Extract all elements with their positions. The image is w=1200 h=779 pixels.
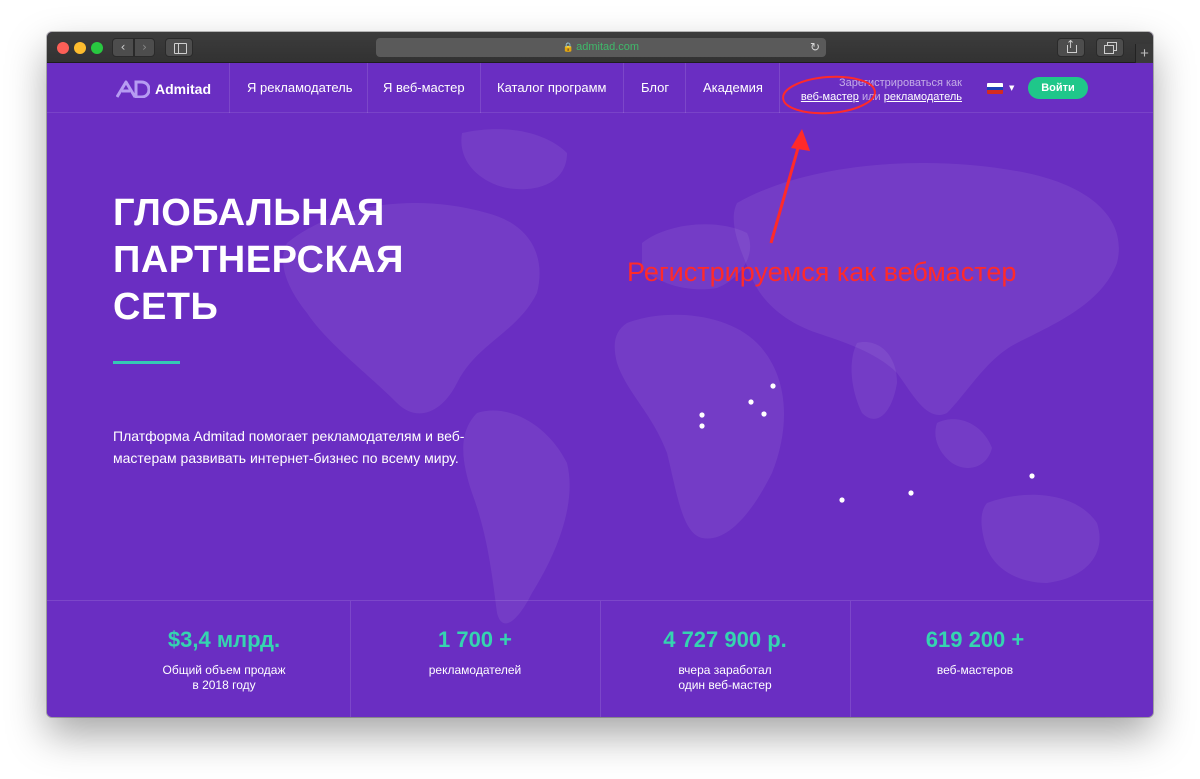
nav-divider xyxy=(779,63,780,113)
minimize-window-button[interactable] xyxy=(74,42,86,54)
stat-label: вчера заработал один веб-мастер xyxy=(678,663,772,692)
share-button[interactable] xyxy=(1057,36,1085,57)
stats-bar: $3,4 млрд. Общий объем продаж в 2018 год… xyxy=(47,600,1153,717)
admitad-logo[interactable]: Admitad xyxy=(116,79,211,99)
stat-label: рекламодателей xyxy=(428,663,522,677)
stat-value: 1 700 + xyxy=(437,627,512,652)
forward-button[interactable]: › xyxy=(134,38,155,57)
url-text: admitad.com xyxy=(576,41,640,53)
nav-webmaster[interactable]: Я веб-мастер xyxy=(383,63,465,113)
nav-advertiser[interactable]: Я рекламодатель xyxy=(247,63,353,113)
nav-divider xyxy=(367,63,368,113)
stat-earnings: 4 727 900 р. вчера заработал один веб-ма… xyxy=(600,601,850,717)
russia-flag-icon[interactable] xyxy=(987,83,1003,94)
stat-advertisers: 1 700 + рекламодателей xyxy=(350,601,600,717)
nav-catalog[interactable]: Каталог программ xyxy=(497,63,606,113)
register-block: Зарегистрироваться как веб-мастер или ре… xyxy=(787,76,962,104)
hero-title-line: СЕТЬ xyxy=(113,286,219,328)
hero-title-line: ПАРТНЕРСКАЯ xyxy=(113,239,404,281)
register-advertiser-link[interactable]: рекламодатель xyxy=(884,91,962,103)
nav-blog[interactable]: Блог xyxy=(641,63,669,113)
stat-value: 619 200 + xyxy=(925,627,1025,652)
reload-icon[interactable]: ↻ xyxy=(810,38,820,57)
nav-divider xyxy=(623,63,624,113)
back-button[interactable]: ‹ xyxy=(112,38,134,57)
site-header: Admitad Я рекламодатель Я веб-мастер Кат… xyxy=(47,63,1153,113)
chevron-right-icon: › xyxy=(142,40,147,54)
hero-description: Платформа Admitad помогает рекламодателя… xyxy=(113,428,465,466)
stat-webmasters: 619 200 + веб-мастеров xyxy=(850,601,1100,717)
nav-divider xyxy=(480,63,481,113)
login-button[interactable]: Войти xyxy=(1028,77,1088,99)
new-tab-button[interactable]: + xyxy=(1135,44,1153,63)
hero-divider xyxy=(113,361,180,364)
tabs-overview-button[interactable] xyxy=(1096,38,1124,57)
chevron-left-icon: ‹ xyxy=(120,40,126,54)
browser-window: ‹ › 🔒admitad.com ↻ + xyxy=(47,32,1153,717)
logo-text: Admitad xyxy=(155,81,211,97)
address-bar[interactable]: 🔒 admitad.com ↻ xyxy=(376,38,826,57)
caret-down-icon[interactable]: ▼ xyxy=(1009,84,1014,92)
stat-label: веб-мастеров xyxy=(936,663,1014,677)
lock-icon: 🔒 xyxy=(562,42,575,52)
close-window-button[interactable] xyxy=(57,42,69,54)
register-prefix: Зарегистрироваться как xyxy=(838,77,962,89)
register-or: или xyxy=(861,91,881,103)
stat-value: 4 727 900 р. xyxy=(663,627,787,652)
browser-toolbar: ‹ › 🔒admitad.com ↻ + xyxy=(47,32,1153,63)
zoom-window-button[interactable] xyxy=(91,42,103,54)
annotation-text: Регистрируемся как вебмастер xyxy=(627,257,1017,287)
world-map-background xyxy=(283,129,1119,624)
nav-academy[interactable]: Академия xyxy=(703,63,763,113)
stat-sales: $3,4 млрд. Общий объем продаж в 2018 год… xyxy=(99,601,349,717)
web-page: Admitad Я рекламодатель Я веб-мастер Кат… xyxy=(47,63,1153,717)
sidebar-toggle-button[interactable] xyxy=(165,38,193,57)
stat-value: $3,4 млрд. xyxy=(167,627,281,652)
register-webmaster-link[interactable]: веб-мастер xyxy=(801,91,859,103)
hero-title: ГЛОБАЛЬНАЯ ПАРТНЕРСКАЯ СЕТЬ xyxy=(113,190,404,331)
nav-divider xyxy=(229,63,230,113)
admitad-logo-icon xyxy=(116,80,150,98)
stat-label: Общий объем продаж в 2018 году xyxy=(162,663,286,692)
nav-divider xyxy=(685,63,686,113)
hero-title-line: ГЛОБАЛЬНАЯ xyxy=(113,192,385,234)
